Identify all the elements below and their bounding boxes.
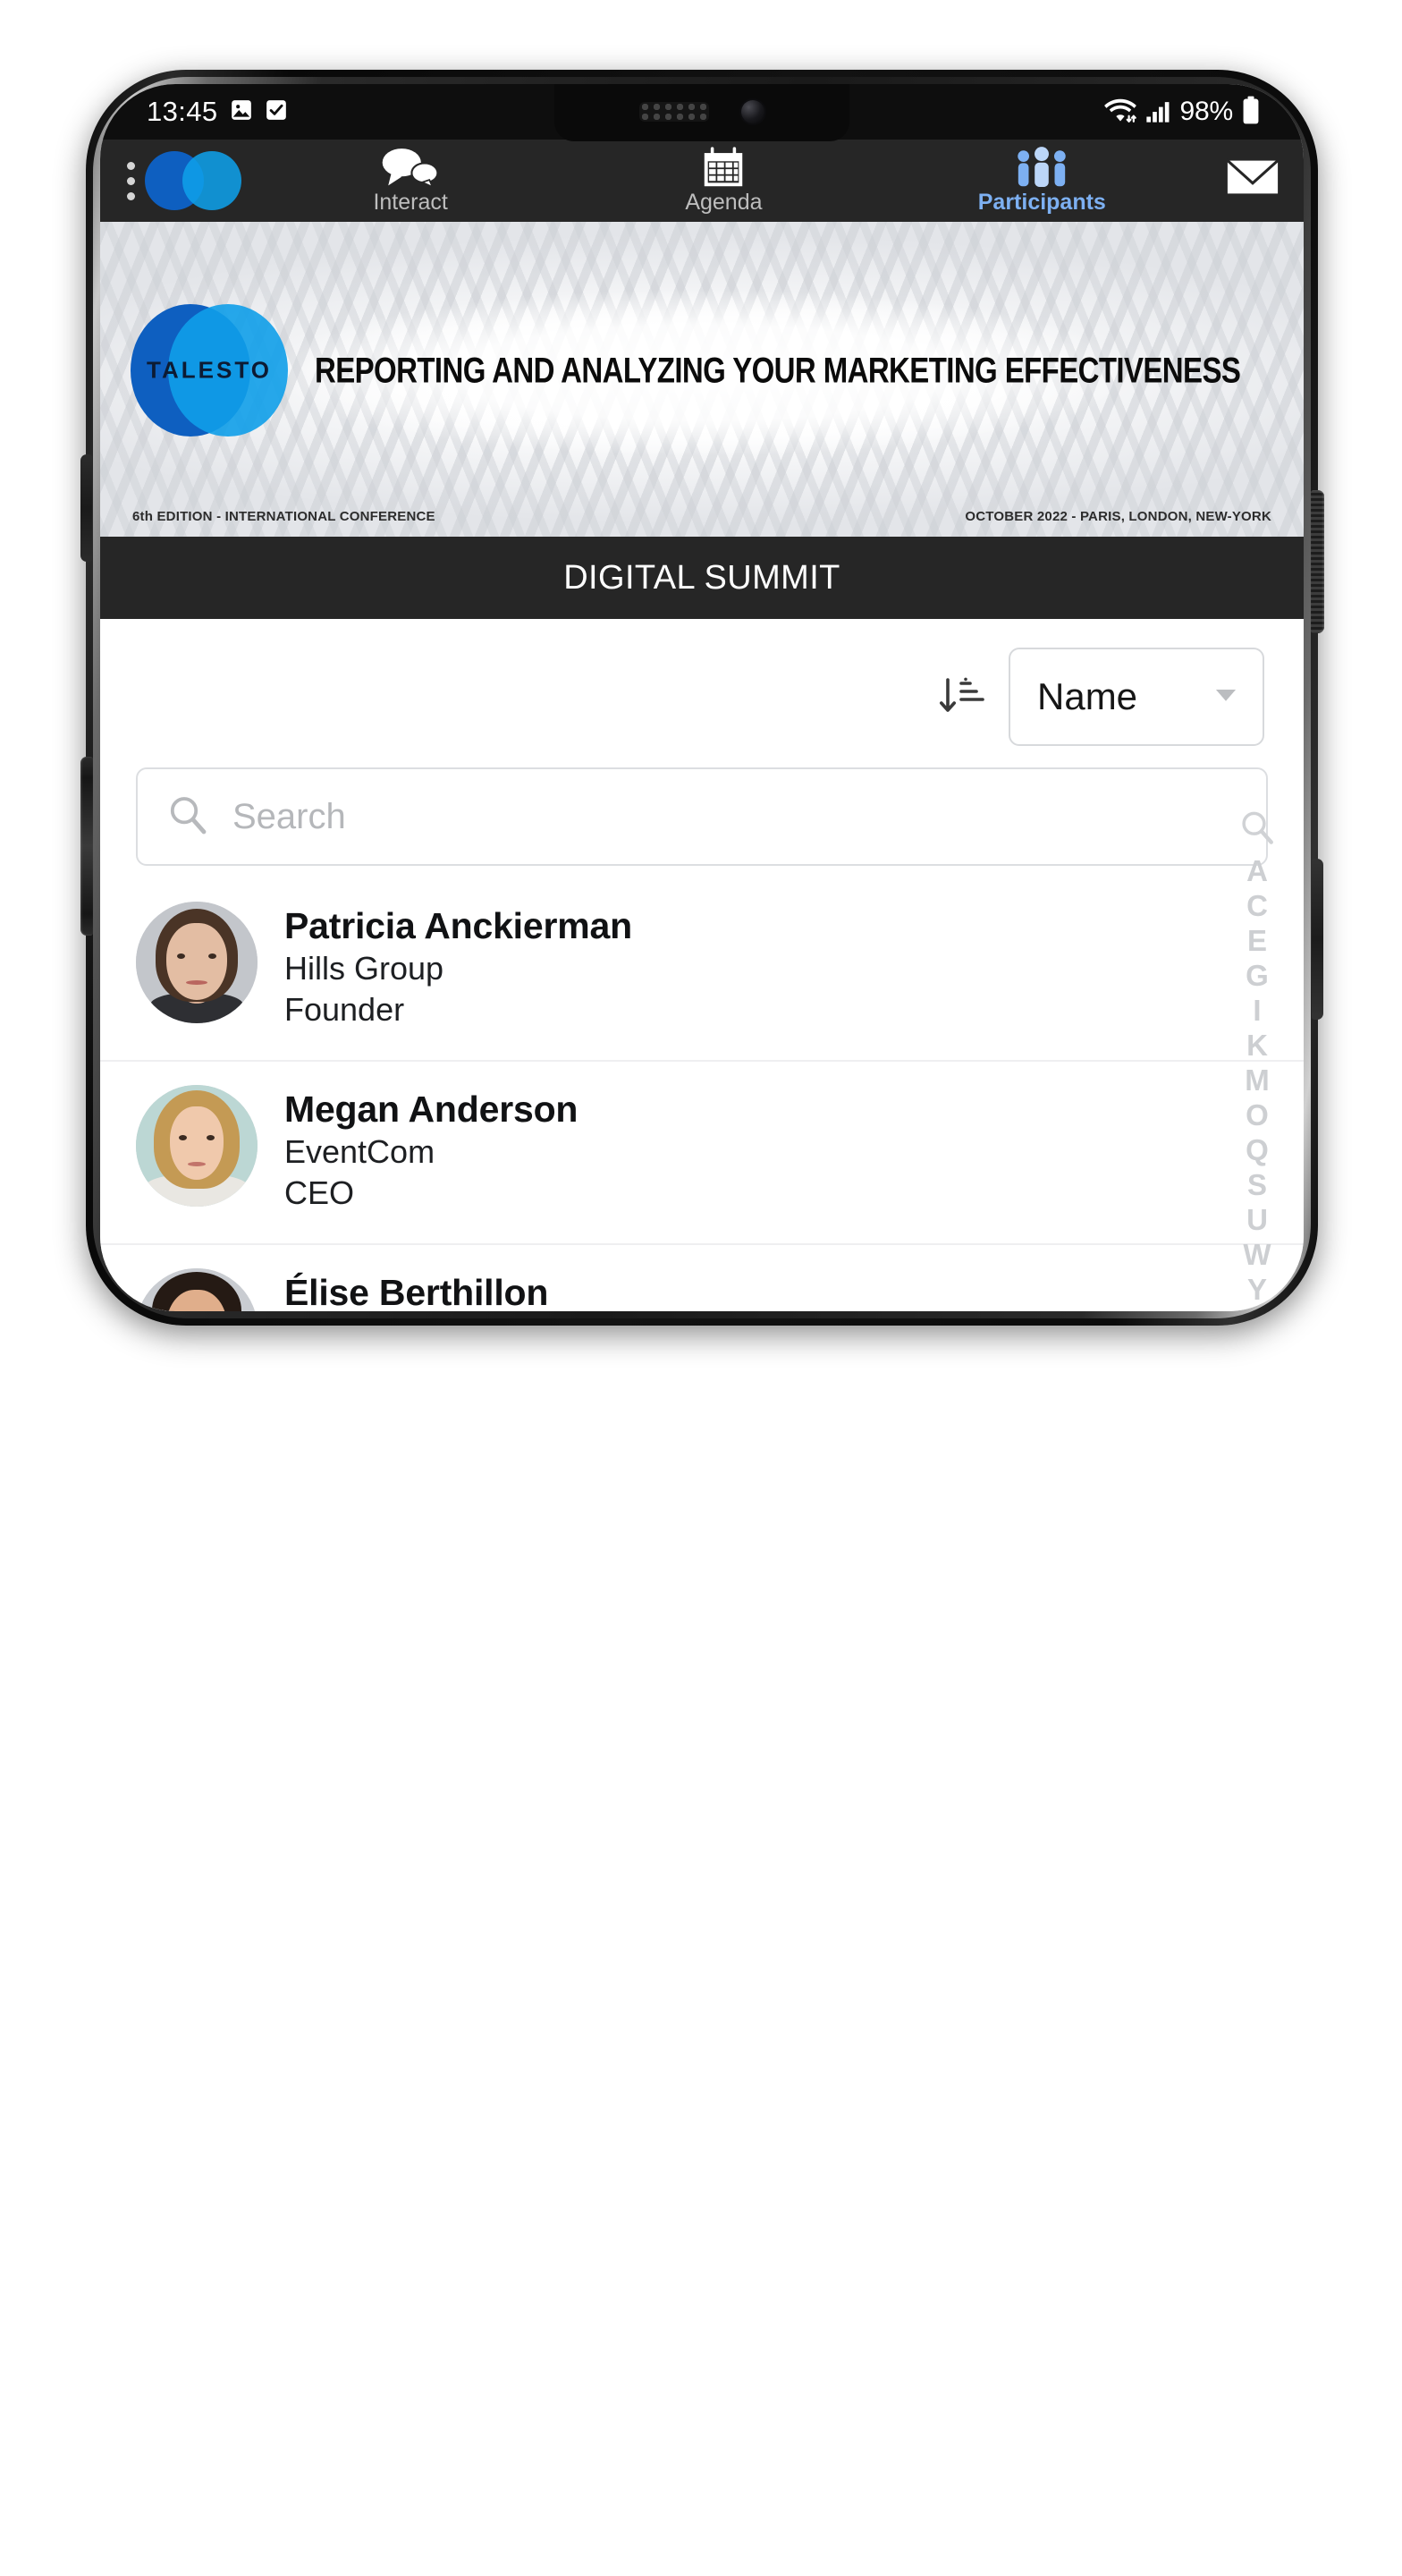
participant-company: Hills Group bbox=[284, 949, 444, 987]
alpha-letter[interactable]: O bbox=[1246, 1100, 1269, 1130]
people-icon bbox=[1009, 146, 1074, 188]
alpha-letter[interactable]: S bbox=[1247, 1170, 1267, 1199]
sort-descending-icon[interactable] bbox=[937, 670, 987, 724]
alpha-letter[interactable]: W bbox=[1243, 1240, 1271, 1269]
tab-interact[interactable]: Interact bbox=[351, 147, 469, 216]
alpha-letter[interactable]: E bbox=[1247, 926, 1267, 955]
chevron-down-icon bbox=[1211, 680, 1241, 715]
banner-footer-right: OCTOBER 2022 - PARIS, LONDON, NEW-YORK bbox=[965, 509, 1271, 524]
search-icon bbox=[166, 793, 209, 841]
status-bar-left: 13:45 bbox=[147, 96, 288, 128]
tab-agenda[interactable]: Agenda bbox=[664, 146, 782, 216]
participant-name: Élise Berthillon bbox=[284, 1272, 549, 1311]
sort-by-dropdown[interactable]: Name bbox=[1009, 648, 1264, 746]
speech-bubbles-icon bbox=[376, 147, 445, 188]
banner-content: TALESTO REPORTING AND ANALYZING YOUR MAR… bbox=[100, 304, 1304, 436]
app-top-nav: Interact Agenda Participants bbox=[100, 140, 1304, 222]
avatar bbox=[136, 902, 258, 1023]
banner-footer: 6th EDITION - INTERNATIONAL CONFERENCE O… bbox=[100, 509, 1304, 524]
search-placeholder: Search bbox=[232, 796, 346, 836]
phone-screen: 13:45 98% Interact Agenda Participants T… bbox=[100, 84, 1304, 1311]
participant-role: Founder bbox=[284, 990, 405, 1028]
avatar bbox=[136, 1085, 258, 1207]
alpha-letter[interactable]: C bbox=[1246, 891, 1268, 920]
banner-talesto-logo: TALESTO bbox=[131, 304, 288, 436]
earpiece-speaker bbox=[639, 102, 709, 122]
participants-list: Patricia Anckierman Hills Group Founder bbox=[100, 878, 1304, 1311]
status-bar-right: 98% bbox=[1103, 96, 1261, 129]
alpha-letter[interactable]: I bbox=[1253, 996, 1261, 1025]
alpha-letter[interactable]: M bbox=[1245, 1065, 1270, 1095]
sort-by-value: Name bbox=[1037, 675, 1138, 717]
alpha-letter[interactable]: Q bbox=[1246, 1135, 1269, 1165]
nav-tabs: Interact Agenda Participants bbox=[241, 146, 1216, 216]
participant-role: CEO bbox=[284, 1174, 355, 1211]
three-dots-menu[interactable] bbox=[113, 161, 143, 200]
phone-notch bbox=[554, 84, 849, 141]
avatar bbox=[136, 1268, 258, 1311]
talesto-logo[interactable] bbox=[145, 151, 241, 210]
event-banner[interactable]: TALESTO REPORTING AND ANALYZING YOUR MAR… bbox=[100, 222, 1304, 537]
alpha-letter[interactable]: K bbox=[1246, 1030, 1268, 1060]
calendar-icon bbox=[697, 146, 749, 188]
phone-device: 13:45 98% Interact Agenda Participants T… bbox=[80, 70, 1324, 1326]
front-camera bbox=[741, 100, 764, 123]
alpha-letter[interactable]: G bbox=[1246, 961, 1269, 990]
tab-participants[interactable]: Participants bbox=[977, 146, 1106, 216]
search-input[interactable]: Search bbox=[136, 767, 1268, 866]
participant-name: Megan Anderson bbox=[284, 1089, 579, 1130]
image-icon bbox=[230, 98, 253, 126]
tab-agenda-label: Agenda bbox=[685, 189, 763, 215]
banner-footer-left: 6th EDITION - INTERNATIONAL CONFERENCE bbox=[132, 509, 435, 524]
table-row[interactable]: Patricia Anckierman Hills Group Founder bbox=[100, 878, 1304, 1062]
power-button[interactable] bbox=[1311, 490, 1324, 633]
alpha-letter[interactable]: Y bbox=[1247, 1275, 1267, 1304]
sort-row: Name bbox=[100, 619, 1304, 746]
tab-interact-label: Interact bbox=[373, 189, 448, 215]
participant-company: EventCom bbox=[284, 1132, 435, 1170]
participant-info: Élise Berthillon Apple Event Manager bbox=[284, 1268, 1304, 1311]
table-row[interactable]: Megan Anderson EventCom CEO bbox=[100, 1062, 1304, 1245]
alpha-index-search-icon[interactable] bbox=[1238, 809, 1276, 851]
participant-name: Patricia Anckierman bbox=[284, 905, 632, 946]
page-title: DIGITAL SUMMIT bbox=[563, 558, 840, 597]
participant-info: Megan Anderson EventCom CEO bbox=[284, 1085, 1304, 1214]
search-row: Search bbox=[100, 746, 1304, 866]
bixby-button[interactable] bbox=[1312, 859, 1323, 1020]
volume-down-button[interactable] bbox=[80, 757, 93, 936]
alphabet-index[interactable]: A C E G I K M O Q S U W Y bbox=[1225, 809, 1289, 1304]
table-row[interactable]: Élise Berthillon Apple Event Manager bbox=[100, 1245, 1304, 1311]
status-bar: 13:45 98% bbox=[100, 84, 1304, 141]
participant-info: Patricia Anckierman Hills Group Founder bbox=[284, 902, 1304, 1030]
battery-full-icon bbox=[1241, 96, 1261, 129]
volume-up-button[interactable] bbox=[80, 454, 92, 562]
envelope-icon[interactable] bbox=[1225, 157, 1280, 205]
wifi-icon bbox=[1103, 96, 1137, 129]
status-clock: 13:45 bbox=[147, 96, 218, 127]
participants-screen: Name Search A C E G I K M O Q S U W Y Pa… bbox=[100, 619, 1304, 1311]
banner-headline: REPORTING AND ANALYZING YOUR MARKETING E… bbox=[315, 349, 1241, 390]
battery-percent-label: 98% bbox=[1179, 97, 1234, 126]
signal-bars-icon bbox=[1145, 97, 1172, 128]
banner-logo-word: TALESTO bbox=[147, 356, 272, 384]
tab-participants-label: Participants bbox=[977, 189, 1106, 215]
event-title-bar: DIGITAL SUMMIT bbox=[100, 537, 1304, 619]
alpha-letter[interactable]: U bbox=[1246, 1205, 1268, 1234]
alpha-letter[interactable]: A bbox=[1246, 856, 1268, 886]
checkbox-icon bbox=[265, 98, 288, 126]
